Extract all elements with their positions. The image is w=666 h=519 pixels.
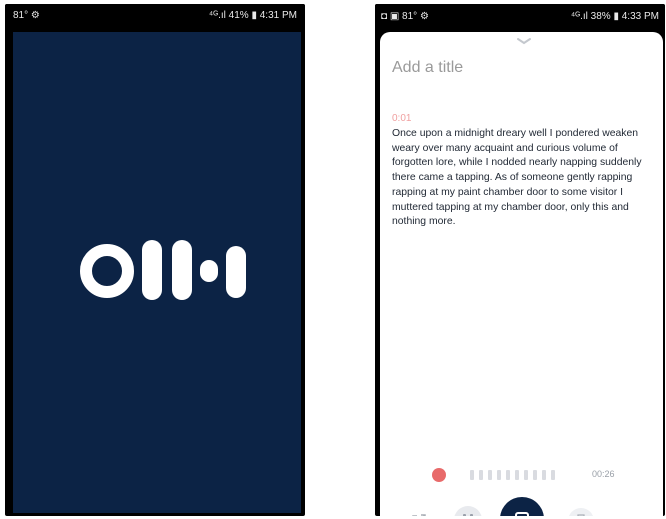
camera-button[interactable] bbox=[568, 508, 594, 516]
logo-bar bbox=[142, 240, 162, 300]
waveform-tick bbox=[515, 470, 519, 480]
status-right: ⁴ᴳ.ıl 38% ▮ 4:33 PM bbox=[570, 10, 659, 22]
logo-bar bbox=[172, 240, 192, 300]
title-input[interactable] bbox=[392, 54, 642, 82]
elapsed-time: 00:26 bbox=[592, 469, 615, 479]
status-bar: 81° ⚙ ⁴ᴳ.ıl 41% ▮ 4:31 PM bbox=[5, 4, 305, 26]
waveform-tick bbox=[488, 470, 492, 480]
logo-bar bbox=[200, 260, 218, 282]
pause-icon bbox=[463, 514, 466, 516]
status-left: ◘ ▣ 81° ⚙ bbox=[381, 10, 429, 22]
share-button[interactable] bbox=[408, 510, 430, 516]
transcript-text: Once upon a midnight dreary well I ponde… bbox=[392, 128, 642, 228]
pause-button[interactable] bbox=[454, 506, 482, 516]
stop-icon bbox=[515, 512, 529, 516]
logo-ring bbox=[80, 244, 134, 298]
splash-screen bbox=[13, 32, 301, 513]
stop-button[interactable] bbox=[500, 497, 544, 516]
chevron-down-icon[interactable] bbox=[516, 36, 532, 46]
recording-phone: ◘ ▣ 81° ⚙ ⁴ᴳ.ıl 38% ▮ 4:33 PM 0:01 Once … bbox=[375, 4, 665, 516]
share-icon bbox=[412, 514, 426, 516]
waveform bbox=[470, 470, 580, 480]
transcript-timestamp: 0:01 bbox=[392, 113, 412, 124]
waveform-tick bbox=[470, 470, 474, 480]
status-left: 81° ⚙ bbox=[13, 9, 40, 21]
waveform-tick bbox=[533, 470, 537, 480]
waveform-tick bbox=[551, 470, 555, 480]
app-logo bbox=[80, 240, 246, 300]
status-right: ⁴ᴳ.ıl 41% ▮ 4:31 PM bbox=[208, 9, 297, 21]
recording-dot-icon bbox=[432, 468, 446, 482]
splash-phone: 81° ⚙ ⁴ᴳ.ıl 41% ▮ 4:31 PM bbox=[5, 4, 305, 516]
waveform-tick bbox=[479, 470, 483, 480]
logo-bar bbox=[226, 246, 246, 298]
waveform-tick bbox=[542, 470, 546, 480]
recording-sheet: 0:01 Once upon a midnight dreary well I … bbox=[380, 32, 663, 516]
pause-icon bbox=[470, 514, 473, 516]
waveform-tick bbox=[497, 470, 501, 480]
camera-icon bbox=[577, 514, 585, 516]
status-bar: ◘ ▣ 81° ⚙ ⁴ᴳ.ıl 38% ▮ 4:33 PM bbox=[375, 4, 665, 28]
waveform-tick bbox=[524, 470, 528, 480]
waveform-tick bbox=[506, 470, 510, 480]
